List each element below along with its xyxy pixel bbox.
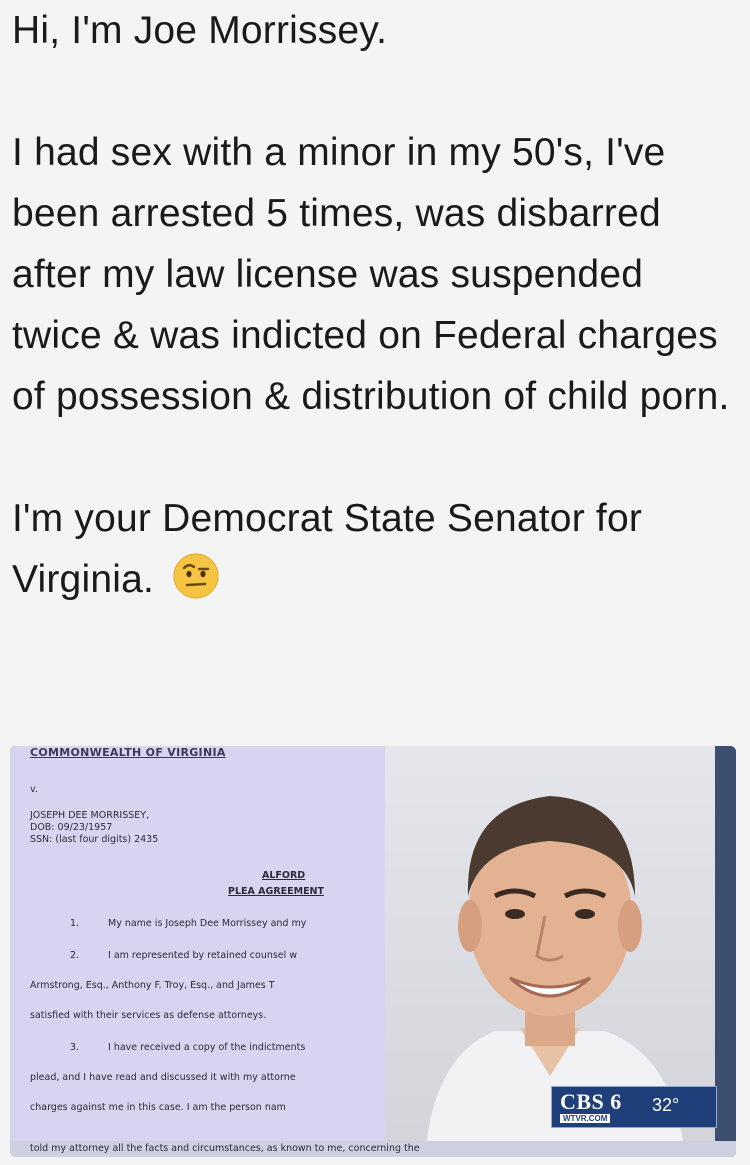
document-line: charges against me in this case. I am th…	[30, 1102, 286, 1113]
document-line: My name is Joseph Dee Morrissey and my	[108, 918, 307, 929]
document-line: Armstrong, Esq., Anthony F. Troy, Esq., …	[30, 980, 275, 991]
document-dob: DOB: 09/23/1957	[30, 822, 113, 833]
post-text: Hi, I'm Joe Morrissey. I had sex with a …	[12, 0, 742, 610]
document-ssn: SSN: (last four digits) 2435	[30, 834, 159, 845]
post-paragraph-3-text: I'm your Democrat State Senator for Virg…	[12, 497, 643, 601]
post-line-1: Hi, I'm Joe Morrissey.	[12, 9, 388, 52]
document-line-num: 2.	[70, 950, 80, 961]
document-line-num: 3.	[70, 1042, 80, 1053]
document-header: COMMONWEALTH OF VIRGINIA	[30, 746, 226, 759]
document-line: told my attorney all the facts and circu…	[30, 1143, 420, 1154]
cbs6-site: WTVR.COM	[560, 1114, 611, 1123]
document-line: plead, and I have read and discussed it …	[30, 1072, 296, 1083]
document-versus: v.	[30, 784, 38, 795]
plea-agreement-document: COMMONWEALTH OF VIRGINIA v. JOSEPH DEE M…	[10, 746, 385, 1157]
cbs6-logo: CBS 6 WTVR.COM 32°	[551, 1086, 717, 1128]
post-paragraph-2: I had sex with a minor in my 50's, I've …	[12, 131, 730, 418]
cbs6-brand: CBS 6	[560, 1089, 622, 1114]
raised-eyebrow-emoji-icon	[173, 553, 219, 599]
document-bottom-strip: told my attorney all the facts and circu…	[10, 1141, 736, 1157]
document-defendant: JOSEPH DEE MORRISSEY,	[30, 810, 150, 821]
news-screenshot: COMMONWEALTH OF VIRGINIA v. JOSEPH DEE M…	[10, 746, 736, 1157]
document-line: I am represented by retained counsel w	[108, 950, 298, 961]
document-line: I have received a copy of the indictment…	[108, 1042, 306, 1053]
post-paragraph-3: I'm your Democrat State Senator for Virg…	[12, 488, 742, 610]
document-line: satisfied with their services as defense…	[30, 1010, 267, 1021]
document-title-2: PLEA AGREEMENT	[228, 886, 324, 897]
photo-edge	[715, 746, 736, 1157]
document-line-num: 1.	[70, 918, 80, 929]
document-title-1: ALFORD	[262, 870, 306, 881]
temperature-readout: 32°	[652, 1095, 680, 1115]
